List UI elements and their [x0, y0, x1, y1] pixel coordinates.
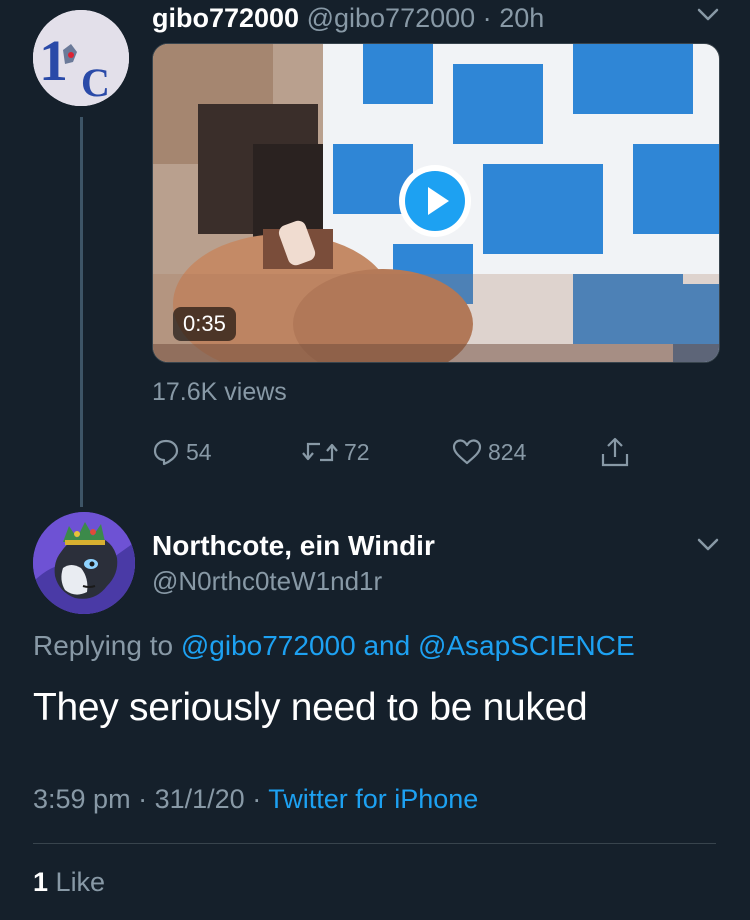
divider	[33, 843, 716, 844]
separator: ·	[252, 784, 262, 814]
author-name[interactable]: Northcote, ein Windir	[152, 530, 435, 562]
reply-button[interactable]: 54	[152, 432, 212, 472]
tweet-text: They seriously need to be nuked	[33, 686, 588, 729]
author-name[interactable]: gibo772000	[152, 3, 299, 33]
tweet-meta: 3:59 pm · 31/1/20 · Twitter for iPhone	[33, 784, 478, 815]
video-duration: 0:35	[173, 307, 236, 341]
video-player[interactable]: 0:35	[152, 43, 720, 363]
separator: ·	[482, 3, 492, 33]
mention-link[interactable]: @AsapSCIENCE	[418, 630, 635, 661]
author-handle[interactable]: @gibo772000	[307, 3, 476, 33]
separator: ·	[138, 784, 148, 814]
view-count: 17.6K views	[152, 378, 287, 406]
reply-icon	[153, 439, 179, 466]
like-count: 824	[488, 438, 527, 465]
likes-summary[interactable]: 1 Like	[33, 867, 105, 898]
share-button[interactable]	[600, 432, 636, 472]
retweet-button[interactable]: 72	[302, 432, 370, 472]
like-button[interactable]: 824	[452, 432, 526, 472]
tweet-source-link[interactable]: Twitter for iPhone	[268, 784, 478, 814]
reply-count: 54	[186, 438, 212, 465]
avatar[interactable]	[33, 512, 135, 614]
mention-link[interactable]: @gibo772000	[181, 630, 356, 661]
chevron-down-icon[interactable]	[697, 8, 719, 22]
tweet-date: 31/1/20	[154, 784, 245, 814]
share-icon	[601, 437, 629, 467]
svg-text:1: 1	[39, 28, 68, 93]
avatar[interactable]: 1 C TEXAS	[33, 10, 129, 106]
heart-icon	[452, 439, 482, 465]
replying-to: Replying to @gibo772000 and @AsapSCIENCE	[33, 630, 635, 662]
like-count: 1	[33, 867, 49, 897]
chevron-down-icon[interactable]	[697, 538, 719, 552]
tweet-thread: 1 C TEXAS gibo772000 @gibo772000 · 20h 0…	[0, 0, 750, 920]
retweet-icon	[302, 442, 338, 462]
author-handle[interactable]: @N0rthc0teW1nd1r	[152, 566, 382, 597]
svg-text:TEXAS: TEXAS	[125, 42, 129, 92]
tweet-time: 3:59 pm	[33, 784, 131, 814]
play-icon[interactable]	[397, 163, 473, 239]
tweet-header: gibo772000 @gibo772000 · 20h	[152, 2, 544, 34]
replying-prefix: Replying to	[33, 630, 174, 661]
thread-line	[80, 117, 83, 507]
retweet-count: 72	[344, 438, 370, 465]
like-label: Like	[55, 867, 106, 897]
tweet-time[interactable]: 20h	[499, 3, 544, 33]
svg-text:C: C	[81, 60, 110, 105]
replying-and[interactable]: and	[363, 630, 410, 661]
